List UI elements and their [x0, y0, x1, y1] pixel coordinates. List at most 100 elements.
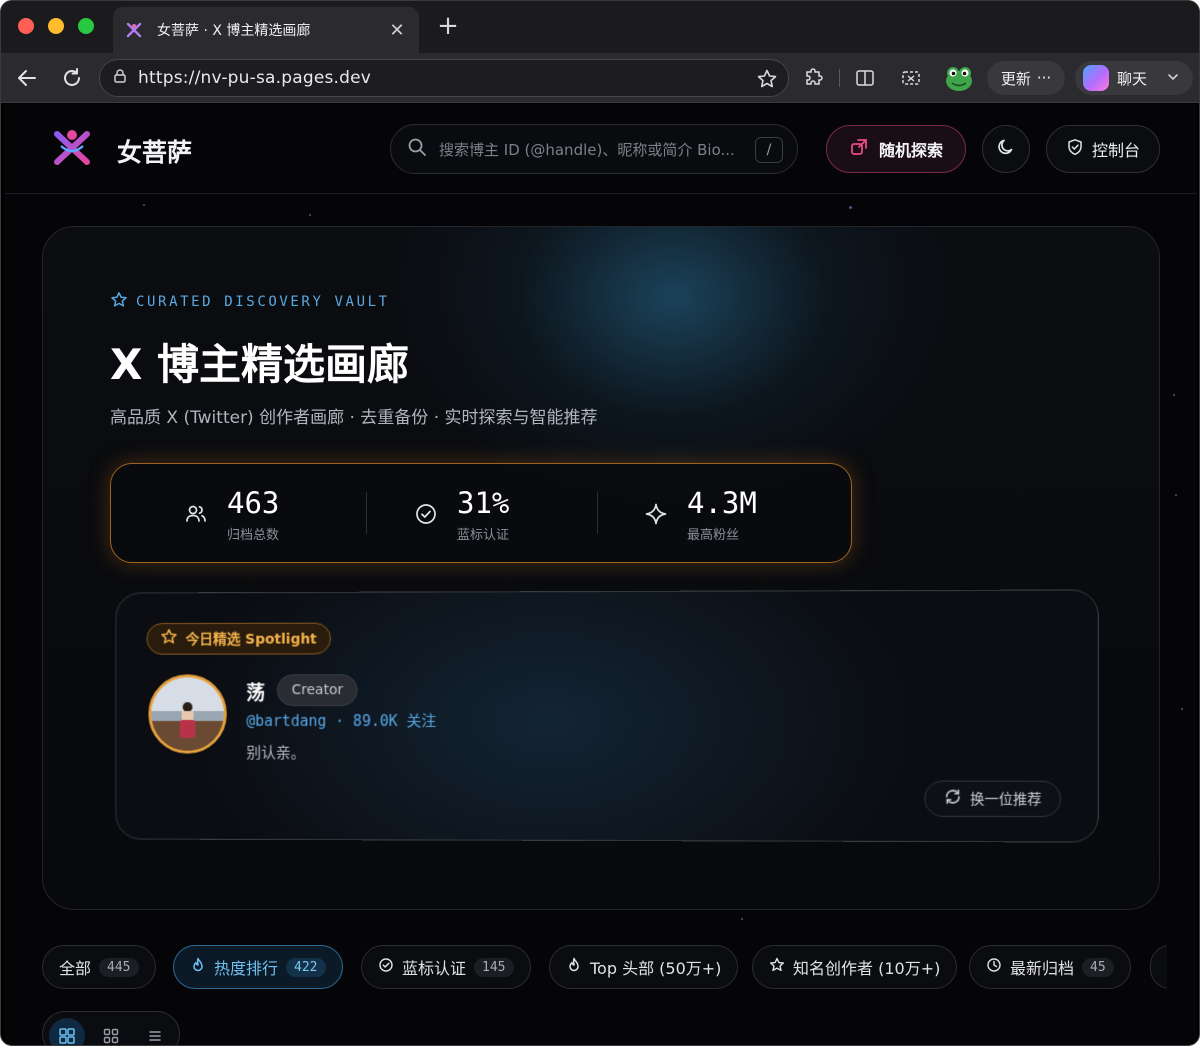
- extensions-puzzle-icon[interactable]: [802, 66, 826, 90]
- refresh-icon: [944, 788, 962, 810]
- chip-label: 知名创作者 (10万+): [793, 959, 941, 978]
- site-favicon-icon: [125, 21, 143, 39]
- page-subtitle: 高品质 X (Twitter) 创作者画廊 · 去重备份 · 实时探索与智能推荐: [110, 408, 598, 428]
- clock-icon: [986, 957, 1002, 977]
- star-icon: [160, 628, 178, 650]
- update-label: 更新: [1000, 69, 1031, 88]
- split-screen-icon[interactable]: [853, 66, 877, 90]
- favorite-star-icon[interactable]: [756, 68, 778, 94]
- eyebrow-text: CURATED DISCOVERY VAULT: [136, 294, 390, 310]
- theme-toggle-button[interactable]: [982, 125, 1030, 173]
- verified-icon: [378, 957, 394, 977]
- grid-large-view-icon[interactable]: [49, 1018, 85, 1045]
- hero-section: CURATED DISCOVERY VAULT X 博主精选画廊 高品质 X (…: [42, 226, 1160, 910]
- stats-panel: 463 归档总数 31% 蓝标认证 4.3M 最高粉丝: [110, 463, 852, 563]
- url-text: https://nv-pu-sa.pages.dev: [138, 68, 372, 88]
- browser-tab-active[interactable]: 女菩萨 · X 博主精选画廊 ✕: [113, 7, 419, 53]
- flame-icon: [566, 957, 582, 977]
- chip-label: 热度排行: [214, 959, 279, 978]
- random-explore-button[interactable]: 随机探索: [826, 125, 966, 173]
- search-placeholder: 搜索博主 ID (@handle)、昵称或简介 Bio...: [439, 140, 735, 159]
- reload-icon[interactable]: [58, 64, 86, 92]
- page-title: X 博主精选画廊: [110, 340, 410, 389]
- stat-label: 归档总数: [227, 527, 280, 543]
- creator-search-input[interactable]: 搜索博主 ID (@handle)、昵称或简介 Bio... /: [390, 124, 798, 174]
- hero-eyebrow: CURATED DISCOVERY VAULT: [110, 291, 390, 313]
- chip-label: 最新归档: [1010, 959, 1075, 978]
- spotlight-badge-label: 今日精选 Spotlight: [185, 631, 317, 648]
- filter-chip-latest[interactable]: 最新归档 45: [969, 945, 1131, 989]
- search-shortcut-key: /: [755, 137, 783, 163]
- creator-bio: 别认亲。: [246, 743, 306, 762]
- creator-type-tag: Creator: [276, 674, 358, 707]
- random-explore-label: 随机探索: [878, 141, 943, 160]
- filter-chips-bar: 全部 445 热度排行 422 蓝标认证 145 Top 头部 (50万+) 知…: [42, 945, 1167, 991]
- filter-chip-known-creators[interactable]: 知名创作者 (10万+): [752, 945, 958, 989]
- star-outline-icon: [110, 291, 128, 313]
- filter-chip-more[interactable]: [1150, 945, 1167, 989]
- stat-divider: [366, 492, 367, 534]
- chip-count: 45: [1082, 957, 1114, 977]
- tab-bar: 女菩萨 · X 博主精选画廊 ✕ +: [1, 1, 1199, 53]
- sparkle-icon: [643, 501, 669, 527]
- users-icon: [183, 501, 209, 527]
- console-label: 控制台: [1091, 141, 1140, 160]
- verified-badge-icon: [413, 501, 439, 527]
- site-header: 女菩萨 搜索博主 ID (@handle)、昵称或简介 Bio... / 随机探…: [5, 104, 1197, 194]
- browser-window: 女菩萨 · X 博主精选画廊 ✕ + https://nv-pu-sa.page…: [0, 0, 1200, 1046]
- address-bar[interactable]: https://nv-pu-sa.pages.dev: [99, 59, 789, 97]
- new-tab-plus-icon[interactable]: +: [433, 11, 463, 41]
- site-logo-icon[interactable]: [51, 126, 93, 168]
- lock-icon: [112, 68, 128, 88]
- list-view-icon[interactable]: [137, 1018, 173, 1045]
- toolbar-separator: [839, 69, 840, 87]
- chat-label: 聊天: [1117, 69, 1148, 88]
- chip-label: Top 头部 (50万+): [590, 959, 722, 978]
- close-window-button[interactable]: [18, 18, 34, 34]
- stat-verified-rate: 31% 蓝标认证: [413, 464, 509, 564]
- flame-icon: [190, 957, 206, 977]
- star-outline-icon: [769, 957, 785, 977]
- site-name[interactable]: 女菩萨: [117, 133, 192, 169]
- tab-title: 女菩萨 · X 博主精选画廊: [157, 23, 311, 39]
- chip-label: 全部: [59, 959, 92, 978]
- copilot-chat-button[interactable]: 聊天: [1075, 61, 1193, 95]
- spotlight-card[interactable]: 今日精选 Spotlight 荡 Creator @bartdang · 89.…: [115, 589, 1099, 843]
- stat-label: 最高粉丝: [687, 527, 740, 543]
- maximize-window-button[interactable]: [78, 18, 94, 34]
- console-button[interactable]: 控制台: [1046, 125, 1160, 173]
- stat-divider: [597, 492, 598, 534]
- stat-total-archived: 463 归档总数: [183, 464, 279, 564]
- minimize-window-button[interactable]: [48, 18, 64, 34]
- chevron-down-icon: [1167, 69, 1179, 87]
- more-dots-icon: ···: [1036, 69, 1052, 87]
- web-page: 女菩萨 搜索博主 ID (@handle)、昵称或简介 Bio... / 随机探…: [5, 104, 1197, 1045]
- grid-small-view-icon[interactable]: [93, 1018, 129, 1045]
- moon-icon: [996, 137, 1016, 161]
- chip-count: 422: [286, 957, 326, 977]
- filter-chip-verified[interactable]: 蓝标认证 145: [361, 945, 531, 989]
- tab-close-icon[interactable]: ✕: [387, 20, 407, 41]
- next-recommendation-button[interactable]: 换一位推荐: [924, 780, 1061, 818]
- chip-label: 蓝标认证: [402, 959, 467, 978]
- profile-frog-avatar-icon[interactable]: [943, 62, 975, 94]
- filter-chip-trending[interactable]: 热度排行 422: [173, 945, 343, 989]
- back-arrow-icon[interactable]: [13, 64, 41, 92]
- spotlight-badge: 今日精选 Spotlight: [146, 622, 331, 655]
- search-icon: [407, 137, 427, 161]
- shield-check-icon: [1066, 138, 1084, 160]
- next-recommendation-label: 换一位推荐: [970, 791, 1042, 808]
- creator-name[interactable]: 荡: [246, 678, 265, 705]
- stat-value: 463: [227, 485, 280, 520]
- creator-handle[interactable]: @bartdang · 89.0K 关注: [246, 710, 436, 731]
- stat-value: 4.3M: [687, 485, 757, 520]
- browser-toolbar: https://nv-pu-sa.pages.dev 更新 ··· 聊天: [1, 53, 1199, 103]
- browser-update-button[interactable]: 更新 ···: [987, 61, 1065, 95]
- stat-label: 蓝标认证: [457, 527, 510, 543]
- filter-chip-all[interactable]: 全部 445: [42, 945, 156, 989]
- filter-chip-top[interactable]: Top 头部 (50万+): [549, 945, 739, 989]
- chip-count: 445: [99, 957, 139, 977]
- creator-avatar[interactable]: [148, 674, 227, 754]
- screenshot-icon[interactable]: [899, 66, 923, 90]
- copilot-logo-icon: [1083, 65, 1109, 91]
